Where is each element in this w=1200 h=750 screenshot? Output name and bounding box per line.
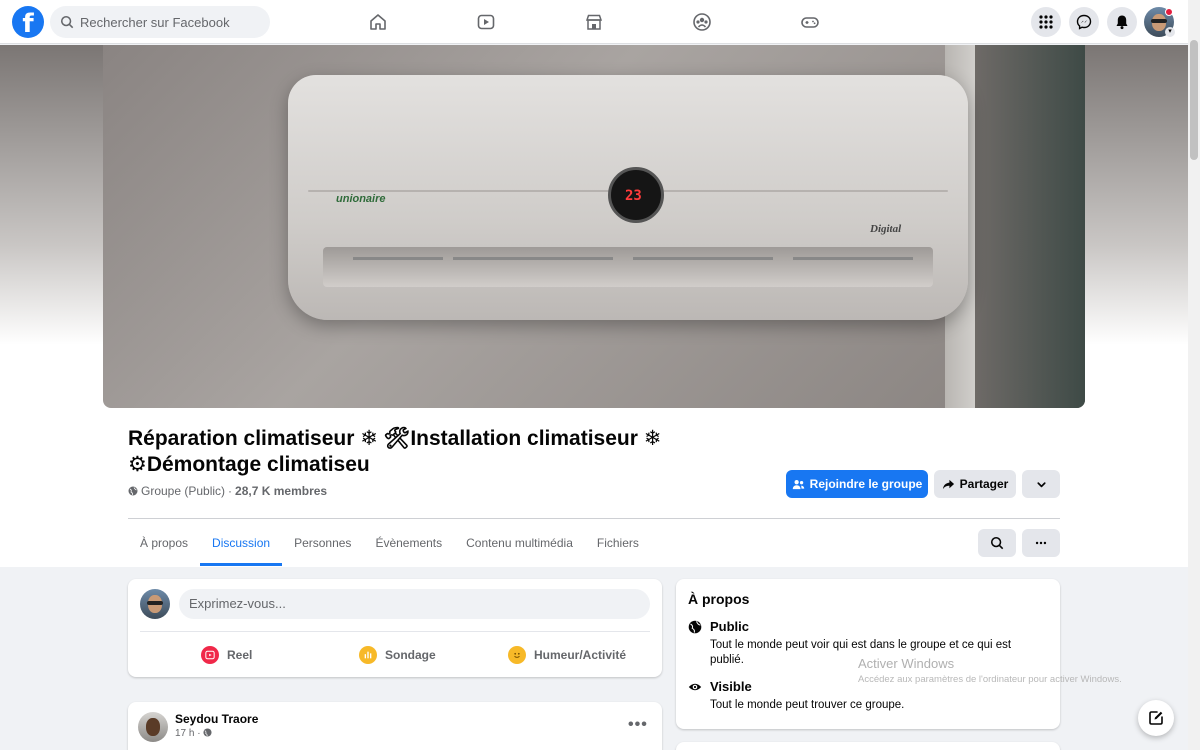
group-tabs: À propos Discussion Personnes Évènements…	[128, 520, 651, 566]
ac-display: 23	[608, 167, 664, 223]
menu-grid-icon	[1039, 15, 1053, 29]
share-icon	[942, 479, 954, 489]
join-group-button[interactable]: Rejoindre le groupe	[786, 470, 928, 498]
people-icon	[792, 479, 804, 489]
tab-about[interactable]: À propos	[128, 520, 200, 566]
globe-icon	[128, 486, 138, 496]
notifications-icon	[1116, 15, 1128, 30]
about-visible-desc: Tout le monde peut trouver ce groupe.	[710, 699, 905, 711]
about-heading: À propos	[688, 591, 750, 607]
top-navigation-bar: f ▾	[0, 0, 1188, 44]
menu-grid-button[interactable]	[1031, 7, 1061, 37]
smiley-icon	[508, 646, 526, 664]
share-button[interactable]: Partager	[934, 470, 1016, 498]
post-author-name[interactable]: Seydou Traore	[175, 712, 258, 726]
more-options-button[interactable]	[1022, 470, 1060, 498]
video-icon[interactable]	[474, 10, 498, 34]
globe-icon	[203, 728, 212, 737]
home-icon[interactable]	[366, 10, 390, 34]
search-icon	[990, 536, 1004, 550]
about-public-title: Public	[710, 619, 750, 634]
feeling-activity-button[interactable]: Humeur/Activité	[508, 643, 626, 667]
search-icon	[60, 15, 74, 29]
messenger-button[interactable]	[1069, 7, 1099, 37]
reel-icon	[201, 646, 219, 664]
compose-icon	[1149, 711, 1163, 725]
search-input[interactable]	[80, 14, 260, 30]
tab-media[interactable]: Contenu multimédia	[454, 520, 585, 566]
tabs-more-button[interactable]	[1022, 529, 1060, 557]
group-title: Réparation climatiseur ❄ 🛠Installation c…	[128, 427, 662, 476]
account-chevron-icon[interactable]: ▾	[1165, 27, 1175, 37]
reel-button[interactable]: Reel	[201, 643, 252, 667]
tab-discussion[interactable]: Discussion	[200, 520, 283, 566]
ac-brand-label: unionaire	[336, 193, 386, 205]
tab-people[interactable]: Personnes	[282, 520, 363, 566]
poll-button[interactable]: Sondage	[359, 643, 436, 667]
globe-icon	[688, 620, 702, 634]
meta-separator: ·	[228, 484, 233, 498]
header-divider	[128, 518, 1060, 519]
poll-icon	[359, 646, 377, 664]
chevron-down-icon	[1036, 481, 1046, 487]
post-composer: Exprimez-vous... Reel Sondage Humeur/Act…	[128, 579, 662, 677]
marketplace-icon[interactable]	[582, 10, 606, 34]
group-meta: Groupe (Public) · 28,7 K membres	[128, 484, 327, 498]
scrollbar-thumb[interactable]	[1190, 40, 1198, 160]
windows-activation-desc: Accédez aux paramètres de l'ordinateur p…	[858, 674, 1122, 685]
facebook-logo[interactable]: f	[12, 6, 44, 38]
groups-icon[interactable]	[690, 10, 714, 34]
new-message-button[interactable]	[1138, 700, 1174, 736]
feed-post: Seydou Traore 17 h · •••	[128, 702, 662, 750]
gaming-icon[interactable]	[798, 10, 822, 34]
notifications-button[interactable]	[1107, 7, 1137, 37]
group-members[interactable]: 28,7 K membres	[235, 484, 327, 498]
post-author-avatar[interactable]	[138, 712, 168, 742]
messenger-icon	[1076, 14, 1092, 30]
more-dots-icon	[1035, 541, 1047, 545]
eye-icon	[688, 683, 702, 691]
about-visible-title: Visible	[710, 679, 752, 694]
search-box[interactable]	[50, 6, 270, 38]
notification-dot	[1165, 8, 1173, 16]
ac-digital-label: Digital	[870, 223, 902, 235]
composer-input[interactable]: Exprimez-vous...	[179, 589, 650, 619]
group-privacy: Groupe (Public)	[141, 484, 226, 498]
group-search-button[interactable]	[978, 529, 1016, 557]
sidebar-card	[676, 742, 1060, 750]
post-more-options-icon[interactable]: •••	[628, 716, 648, 734]
air-conditioner-image: unionaire 23 Digital	[288, 75, 968, 320]
tab-events[interactable]: Évènements	[363, 520, 454, 566]
cover-photo[interactable]: unionaire 23 Digital	[103, 45, 1085, 408]
composer-divider	[140, 631, 650, 632]
tab-files[interactable]: Fichiers	[585, 520, 651, 566]
windows-activation-title: Activer Windows	[858, 656, 955, 671]
post-timestamp[interactable]: 17 h ·	[175, 728, 212, 739]
composer-avatar[interactable]	[140, 589, 170, 619]
about-card: À propos Public Tout le monde peut voir …	[676, 579, 1060, 729]
